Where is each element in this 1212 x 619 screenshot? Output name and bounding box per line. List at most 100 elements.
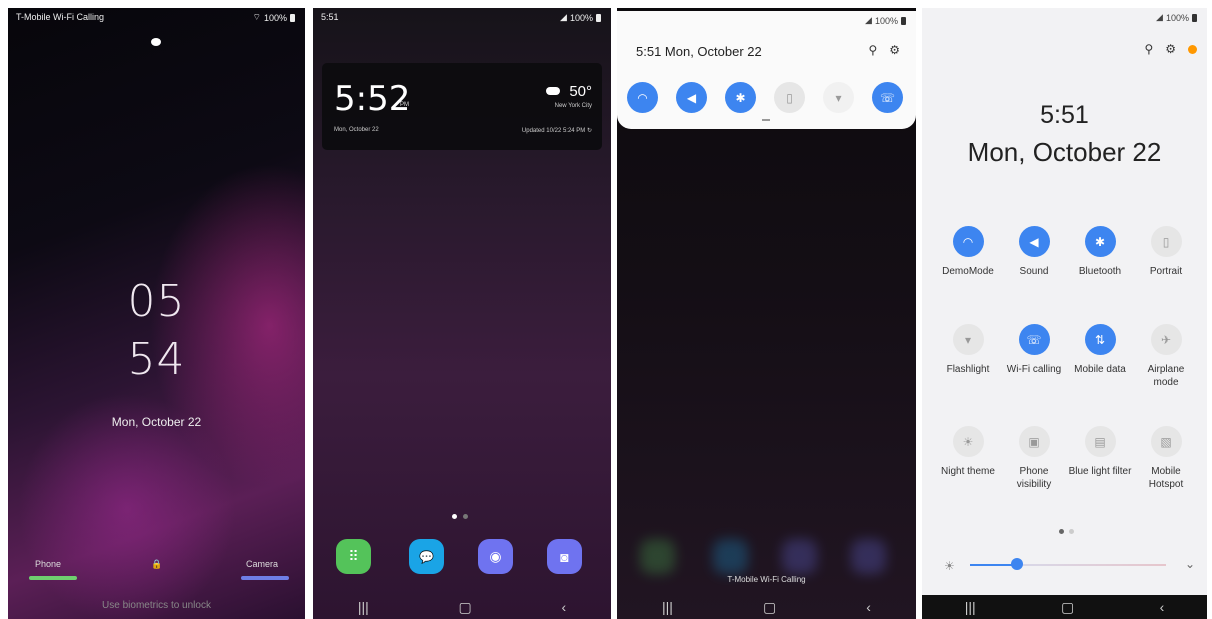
weather-city: New York City	[554, 103, 592, 109]
blurred-app	[851, 539, 886, 574]
signal-icon: ◢	[560, 12, 567, 22]
face-recognition-icon	[151, 38, 161, 46]
status-battery: 100%	[874, 15, 898, 26]
tile-label: Mobile Hotspot	[1148, 466, 1184, 490]
tile-wifi-calling[interactable]: ☏ Wi-Fi calling	[1002, 324, 1066, 376]
nav-bar: ||| ▢ ‹	[313, 595, 611, 619]
recents-icon[interactable]: |||	[965, 599, 976, 615]
home-icon[interactable]: ▢	[459, 599, 472, 616]
back-icon[interactable]: ‹	[866, 599, 871, 615]
status-right: ⌔ 100%	[252, 12, 295, 23]
wifi-icon: ⌔	[252, 12, 261, 22]
tile-mobile-hotspot[interactable]: ▧ Mobile Hotspot	[1134, 426, 1198, 491]
status-right: ◢ 100%	[865, 15, 906, 26]
internet-app[interactable]: ◉	[478, 539, 513, 574]
tile-portrait[interactable]: ▯ Portrait	[1134, 226, 1198, 278]
brightness-thumb[interactable]	[1011, 558, 1023, 570]
signal-icon: ◢	[1156, 12, 1163, 22]
tile-demomode[interactable]: ◠ DemoMode	[936, 226, 1000, 278]
mobile-data-icon: ⇅	[1084, 324, 1116, 355]
flashlight-icon: ▾	[835, 90, 842, 105]
tile-phone-visibility[interactable]: ▣ Phone visibility	[1002, 426, 1066, 491]
page-indicator	[1059, 529, 1074, 534]
notification-badge-icon[interactable]	[1188, 44, 1197, 54]
tile-label: Wi-Fi calling	[1006, 364, 1062, 375]
back-icon[interactable]: ‹	[1160, 599, 1165, 615]
tile-sound[interactable]: ◀ Sound	[1002, 226, 1066, 278]
carrier-label: T-Mobile Wi-Fi Calling	[727, 575, 806, 584]
tile-label: Flashlight	[946, 364, 990, 375]
status-time: 5:51	[321, 12, 339, 22]
home-screen-panel: 5:51 ◢ 100% 5:52 PM Mon, October 22 50° …	[313, 8, 611, 619]
tile-blue-light-filter[interactable]: ▤ Blue light filter	[1068, 426, 1132, 478]
status-battery: 100%	[1165, 12, 1189, 23]
chat-icon: 💬	[419, 549, 434, 564]
tile-airplane-mode[interactable]: ✈ Airplane mode	[1134, 324, 1198, 389]
battery-icon	[1192, 13, 1197, 22]
tile-label: Airplane mode	[1147, 364, 1185, 388]
tile-label: Mobile data	[1074, 364, 1126, 375]
phone-shortcut-label[interactable]: Phone	[35, 559, 61, 569]
blurred-app	[640, 539, 675, 574]
chevron-down-icon[interactable]: ⌄	[1185, 557, 1195, 571]
home-icon[interactable]: ▢	[763, 599, 776, 616]
qs-date: Mon, October 22	[967, 137, 1162, 167]
qs-time: 5:51	[1040, 101, 1089, 129]
gear-icon[interactable]: ⚙	[889, 43, 900, 57]
page-indicator	[452, 514, 468, 519]
wifi-toggle[interactable]: ◠	[627, 82, 658, 113]
clock-weather-widget[interactable]: 5:52 PM Mon, October 22 50° New York Cit…	[322, 63, 602, 150]
status-right: ◢ 100%	[560, 12, 601, 23]
phone-app[interactable]: ⠿	[336, 539, 371, 574]
lock-date: Mon, October 22	[111, 415, 202, 429]
search-icon[interactable]: ⚲	[868, 43, 877, 57]
lock-icon: 🔒	[151, 559, 163, 569]
weather-updated[interactable]: Updated 10/22 5:24 PM ↻	[522, 127, 592, 134]
tile-flashlight[interactable]: ▾ Flashlight	[936, 324, 1000, 376]
flashlight-toggle[interactable]: ▾	[823, 82, 854, 113]
camera-icon: ◙	[560, 548, 569, 565]
camera-app[interactable]: ◙	[547, 539, 582, 574]
wifi-calling-icon: ☏	[1018, 324, 1050, 355]
wifi-calling-toggle[interactable]: ☏	[872, 82, 903, 113]
camera-shortcut-bar[interactable]	[241, 576, 289, 580]
night-theme-icon: ☀	[952, 426, 984, 457]
flashlight-icon: ▾	[952, 324, 984, 355]
messages-app[interactable]: 💬	[409, 539, 444, 574]
status-battery: 100%	[569, 12, 593, 23]
phone-shortcut-bar[interactable]	[29, 576, 77, 580]
tile-mobile-data[interactable]: ⇅ Mobile data	[1068, 324, 1132, 376]
widget-time: 5:52	[334, 79, 411, 119]
search-icon[interactable]: ⚲	[1144, 42, 1153, 56]
brightness-slider[interactable]	[970, 564, 1166, 566]
battery-icon	[596, 13, 601, 22]
recents-icon[interactable]: |||	[358, 599, 369, 615]
back-icon[interactable]: ‹	[561, 599, 566, 615]
notification-shade-panel: ◢ 100% 5:51 Mon, October 22 ⚲ ⚙ ◠ ◀ ✱ ▯ …	[617, 8, 916, 619]
dialpad-icon: ⠿	[348, 548, 359, 564]
blue-light-icon: ▤	[1084, 426, 1116, 457]
tile-label: Bluetooth	[1078, 266, 1122, 277]
gear-icon[interactable]: ⚙	[1165, 42, 1176, 56]
tile-bluetooth[interactable]: ✱ Bluetooth	[1068, 226, 1132, 278]
weather-temp: 50°	[569, 83, 592, 100]
drag-handle[interactable]	[762, 119, 770, 121]
status-carrier: T-Mobile Wi-Fi Calling	[16, 12, 105, 22]
sound-toggle[interactable]: ◀	[676, 82, 707, 113]
blurred-app	[713, 539, 748, 574]
camera-shortcut-label[interactable]: Camera	[246, 559, 278, 569]
bluetooth-icon: ✱	[735, 90, 746, 105]
tile-label: Night theme	[941, 466, 995, 477]
volume-icon: ◀	[1018, 226, 1050, 257]
bluetooth-toggle[interactable]: ✱	[725, 82, 756, 113]
battery-icon	[901, 16, 906, 25]
wifi-icon: ◠	[637, 90, 648, 105]
home-icon[interactable]: ▢	[1061, 599, 1074, 616]
widget-date: Mon, October 22	[334, 127, 379, 133]
quick-settings-panel: ◢ 100% ⚲ ⚙ 5:51 Mon, October 22 ◠ DemoMo…	[922, 8, 1207, 619]
recents-icon[interactable]: |||	[662, 599, 673, 615]
phone-visibility-icon: ▣	[1018, 426, 1050, 457]
status-battery: 100%	[263, 12, 287, 23]
tile-night-theme[interactable]: ☀ Night theme	[936, 426, 1000, 478]
portrait-toggle[interactable]: ▯	[774, 82, 805, 113]
